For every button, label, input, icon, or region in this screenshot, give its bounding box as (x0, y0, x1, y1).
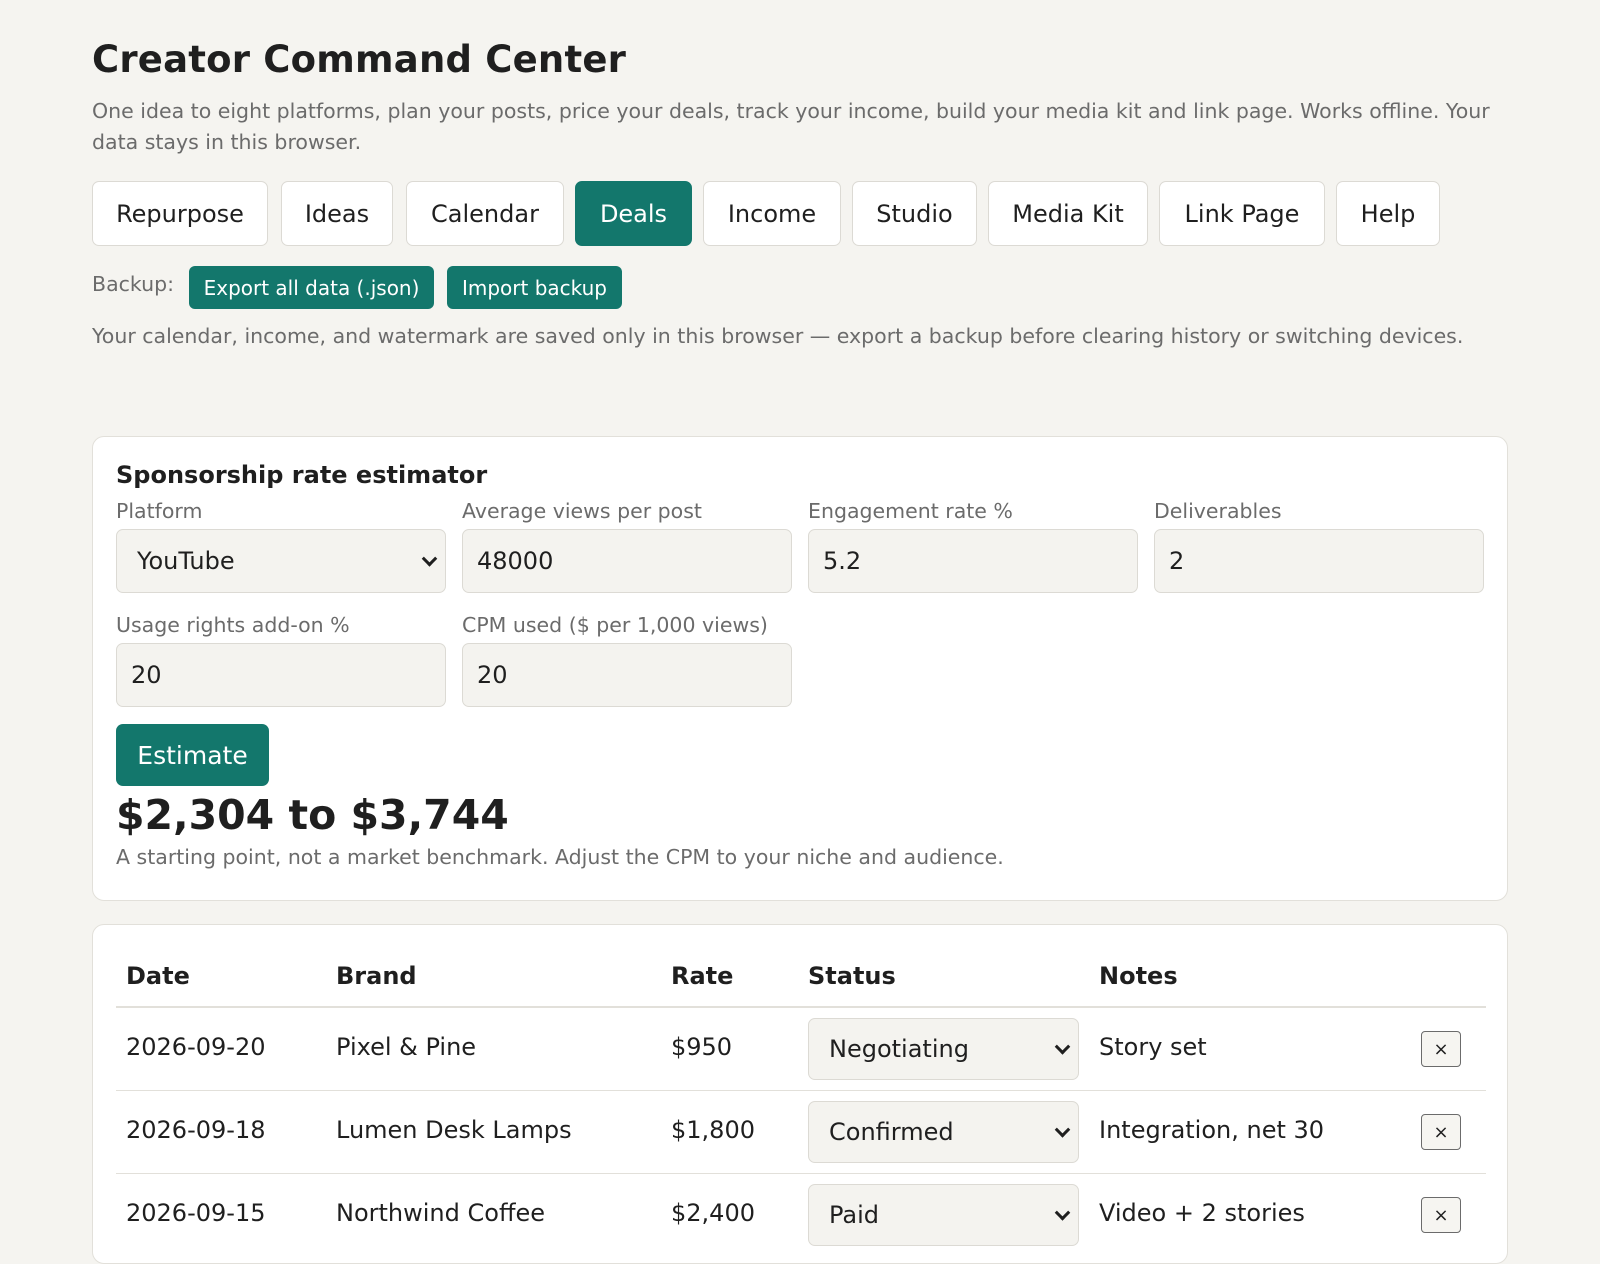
deal-status-value: Paid (829, 1201, 880, 1229)
deals-table-card: Date Brand Rate Status Notes 2026-09-20 … (92, 924, 1508, 1264)
import-backup-button[interactable]: Import backup (447, 266, 622, 309)
delete-deal-button[interactable]: × (1421, 1031, 1461, 1067)
tab-deals[interactable]: Deals (575, 181, 692, 246)
chevron-down-icon (1054, 1205, 1071, 1221)
tab-link-page[interactable]: Link Page (1159, 181, 1325, 246)
deal-date: 2026-09-18 (126, 1116, 266, 1144)
deal-date: 2026-09-20 (126, 1033, 266, 1061)
table-row: 2026-09-15 Northwind Coffee $2,400 Paid … (116, 1174, 1486, 1257)
cpm-input[interactable]: 20 (462, 643, 792, 707)
table-row: 2026-09-18 Lumen Desk Lamps $1,800 Confi… (116, 1091, 1486, 1174)
estimate-note: A starting point, not a market benchmark… (116, 845, 1004, 869)
deliverables-input[interactable]: 2 (1154, 529, 1484, 593)
platform-value: YouTube (137, 547, 235, 575)
header-notes: Notes (1099, 962, 1178, 990)
app-root: Creator Command Center One idea to eight… (0, 0, 1600, 1264)
deal-notes: Video + 2 stories (1099, 1199, 1305, 1227)
platform-select[interactable]: YouTube (116, 529, 446, 593)
rate-estimator-card: Sponsorship rate estimator Platform YouT… (92, 436, 1508, 901)
platform-label: Platform (116, 499, 203, 523)
backup-note: Your calendar, income, and watermark are… (92, 324, 1464, 348)
estimate-result: $2,304 to $3,744 (116, 791, 509, 839)
page-subtitle: One idea to eight platforms, plan your p… (92, 99, 1490, 154)
chevron-down-icon (1054, 1039, 1071, 1055)
close-icon: × (1433, 1121, 1449, 1143)
chevron-down-icon (421, 551, 438, 567)
avg-views-label: Average views per post (462, 499, 702, 523)
page-title: Creator Command Center (92, 38, 627, 81)
deal-date: 2026-09-15 (126, 1199, 266, 1227)
estimator-title: Sponsorship rate estimator (116, 461, 488, 489)
deal-notes: Integration, net 30 (1099, 1116, 1325, 1144)
estimate-button[interactable]: Estimate (116, 724, 269, 786)
tab-media-kit[interactable]: Media Kit (988, 181, 1148, 246)
close-icon: × (1433, 1204, 1449, 1226)
engagement-label: Engagement rate % (808, 499, 1013, 523)
usage-rights-input[interactable]: 20 (116, 643, 446, 707)
header-date: Date (126, 962, 190, 990)
header-status: Status (808, 962, 896, 990)
deal-brand: Pixel & Pine (336, 1033, 477, 1061)
tab-repurpose[interactable]: Repurpose (92, 181, 268, 246)
deal-notes: Story set (1099, 1033, 1207, 1061)
delete-deal-button[interactable]: × (1421, 1197, 1461, 1233)
usage-rights-label: Usage rights add-on % (116, 613, 350, 637)
header-brand: Brand (336, 962, 417, 990)
table-row: 2026-09-20 Pixel & Pine $950 Negotiating… (116, 1008, 1486, 1091)
tab-studio[interactable]: Studio (852, 181, 977, 246)
deal-brand: Northwind Coffee (336, 1199, 546, 1227)
avg-views-input[interactable]: 48000 (462, 529, 792, 593)
export-data-button[interactable]: Export all data (.json) (189, 266, 434, 309)
tab-ideas[interactable]: Ideas (281, 181, 393, 246)
tab-income[interactable]: Income (703, 181, 841, 246)
header-rate: Rate (671, 962, 734, 990)
engagement-input[interactable]: 5.2 (808, 529, 1138, 593)
deal-status-select[interactable]: Negotiating (808, 1018, 1079, 1080)
deal-status-select[interactable]: Confirmed (808, 1101, 1079, 1163)
close-icon: × (1433, 1038, 1449, 1060)
tab-calendar[interactable]: Calendar (406, 181, 564, 246)
deal-rate: $1,800 (671, 1116, 755, 1144)
tab-help[interactable]: Help (1336, 181, 1440, 246)
backup-label: Backup: (92, 272, 175, 296)
deal-status-select[interactable]: Paid (808, 1184, 1079, 1246)
deal-rate: $950 (671, 1033, 733, 1061)
deliverables-label: Deliverables (1154, 499, 1282, 523)
cpm-label: CPM used ($ per 1,000 views) (462, 613, 768, 637)
deal-status-value: Confirmed (829, 1118, 954, 1146)
deal-brand: Lumen Desk Lamps (336, 1116, 572, 1144)
delete-deal-button[interactable]: × (1421, 1114, 1461, 1150)
deal-status-value: Negotiating (829, 1035, 969, 1063)
deal-rate: $2,400 (671, 1199, 755, 1227)
chevron-down-icon (1054, 1122, 1071, 1138)
